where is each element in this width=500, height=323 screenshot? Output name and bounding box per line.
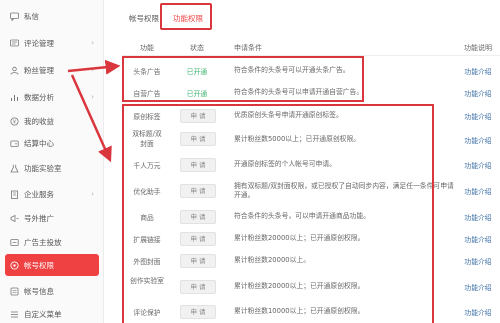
feature-intro-link[interactable]: 功能介绍 [456,212,500,222]
sidebar-item-advertiser[interactable]: 广告主投放 [0,231,104,253]
building-icon [9,189,19,199]
column-header-status: 状态 [190,44,204,52]
sidebar-item-analytics[interactable]: 数据分析 › [0,86,104,108]
sidebar-item-label: 私信 [24,11,39,21]
sidebar-item-messages[interactable]: 私信 [0,5,104,27]
sidebar-item-label: 自定义菜单 [24,309,62,319]
wallet-icon [9,138,19,148]
feature-intro-link[interactable]: 功能介绍 [456,307,500,317]
sidebar-item-promotion[interactable]: 号外推广 [0,207,104,229]
tab-highlight-box [160,3,212,30]
feature-intro-link[interactable]: 功能介绍 [456,111,500,121]
account-icon [9,260,19,270]
coin-icon: ¥ [9,116,19,126]
column-header-intro: 功能说明 [464,44,492,52]
annotation-box-enabled [122,56,364,102]
sidebar-item-label: 数据分析 [24,92,54,102]
sidebar-item-settlement[interactable]: 结算中心 [0,132,104,154]
feature-intro-link[interactable]: 功能介绍 [456,66,500,76]
sidebar-item-label: 我的收益 [24,116,54,126]
sidebar-item-label: 帐号权限 [24,260,54,270]
sidebar-item-label: 帐号信息 [24,286,54,296]
feature-intro-link[interactable]: 功能介绍 [456,256,500,266]
promote-icon [9,213,19,223]
sidebar-item-account-info[interactable]: 帐号信息 [0,280,104,302]
chat-icon [9,11,19,21]
annotation-box-apply [122,104,434,323]
sidebar-item-comments[interactable]: 评论管理 › [0,32,104,54]
sidebar-item-enterprise[interactable]: 企业服务 › [0,183,104,205]
feature-intro-link[interactable]: 功能介绍 [456,282,500,292]
chevron-right-icon: › [91,190,94,198]
feature-intro-link[interactable]: 功能介绍 [456,234,500,244]
sidebar-item-label: 功能实验室 [24,163,62,173]
lab-icon [9,163,19,173]
feature-intro-link[interactable]: 功能介绍 [456,135,500,145]
ad-icon [9,237,19,247]
table-header: 功能 状态 申请条件 功能说明 [122,40,500,56]
sidebar-item-earnings[interactable]: ¥ 我的收益 [0,110,104,132]
fans-icon [9,65,19,75]
feature-intro-link[interactable]: 功能介绍 [456,186,500,196]
sidebar-item-custom-menu[interactable]: 自定义菜单 [0,303,104,323]
column-header-feature: 功能 [140,44,154,52]
svg-text:¥: ¥ [12,119,15,125]
sidebar-item-fans[interactable]: 粉丝管理 › [0,59,104,81]
sidebar: 私信 评论管理 › 粉丝管理 › 数据分析 › ¥ 我的收益 结算中心 功能实验… [0,0,104,323]
sidebar-item-lab[interactable]: 功能实验室 [0,157,104,179]
sidebar-item-label: 号外推广 [24,213,54,223]
sidebar-item-label: 粉丝管理 [24,65,54,75]
info-icon [9,286,19,296]
feature-intro-link[interactable]: 功能介绍 [456,160,500,170]
column-header-condition: 申请条件 [234,44,262,52]
chevron-right-icon: › [91,66,94,74]
comment-icon [9,38,19,48]
menu-icon [9,309,19,319]
feature-intro-link[interactable]: 功能介绍 [456,88,500,98]
sidebar-item-label: 广告主投放 [24,237,62,247]
sidebar-item-account-permissions[interactable]: 帐号权限 [5,254,99,276]
chevron-right-icon: › [91,39,94,47]
chart-icon [9,92,19,102]
sidebar-item-label: 结算中心 [24,138,54,148]
sidebar-item-label: 企业服务 [24,189,54,199]
chevron-right-icon: › [91,93,94,101]
sidebar-item-label: 评论管理 [24,38,54,48]
